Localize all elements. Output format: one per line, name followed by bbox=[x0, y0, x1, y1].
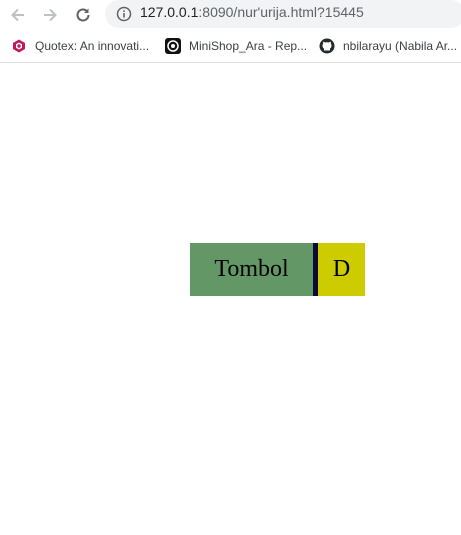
button-group: Tombol D bbox=[190, 243, 365, 296]
reload-icon bbox=[76, 8, 90, 22]
url-text[interactable]: 127.0.0.1:8090/nur'urija.html?15445 bbox=[140, 4, 364, 20]
url-host: 127.0.0.1 bbox=[140, 4, 199, 20]
bookmark-label: Quotex: An innovati... bbox=[35, 39, 150, 53]
forward-button[interactable] bbox=[38, 3, 62, 27]
page-content: Tombol D bbox=[0, 63, 461, 535]
quotex-icon bbox=[13, 39, 25, 53]
bookmark-label: MiniShop_Ara - Rep... bbox=[189, 39, 308, 53]
bookmark-quotex[interactable]: Quotex: An innovati... bbox=[11, 36, 149, 56]
browser-toolbar: 127.0.0.1:8090/nur'urija.html?15445 bbox=[0, 0, 461, 30]
info-icon[interactable] bbox=[116, 6, 132, 22]
bookmark-label: nbilarayu (Nabila Ar... bbox=[343, 39, 458, 53]
github-icon bbox=[319, 38, 335, 54]
minishop-icon bbox=[165, 38, 181, 54]
arrow-right-icon bbox=[44, 8, 57, 22]
reload-button[interactable] bbox=[71, 3, 95, 27]
url-path: :8090/nur'urija.html?15445 bbox=[198, 4, 364, 20]
bookmarks-bar: Quotex: An innovati... MiniShop_Ara - Re… bbox=[0, 33, 461, 59]
bookmark-github[interactable]: nbilarayu (Nabila Ar... bbox=[319, 36, 457, 56]
address-bar[interactable]: 127.0.0.1:8090/nur'urija.html?15445 bbox=[105, 0, 461, 28]
arrow-left-icon bbox=[11, 8, 24, 22]
d-button[interactable]: D bbox=[318, 243, 365, 296]
tombol-button[interactable]: Tombol bbox=[190, 243, 318, 296]
bookmark-minishop[interactable]: MiniShop_Ara - Rep... bbox=[165, 36, 307, 56]
back-button[interactable] bbox=[6, 3, 30, 27]
